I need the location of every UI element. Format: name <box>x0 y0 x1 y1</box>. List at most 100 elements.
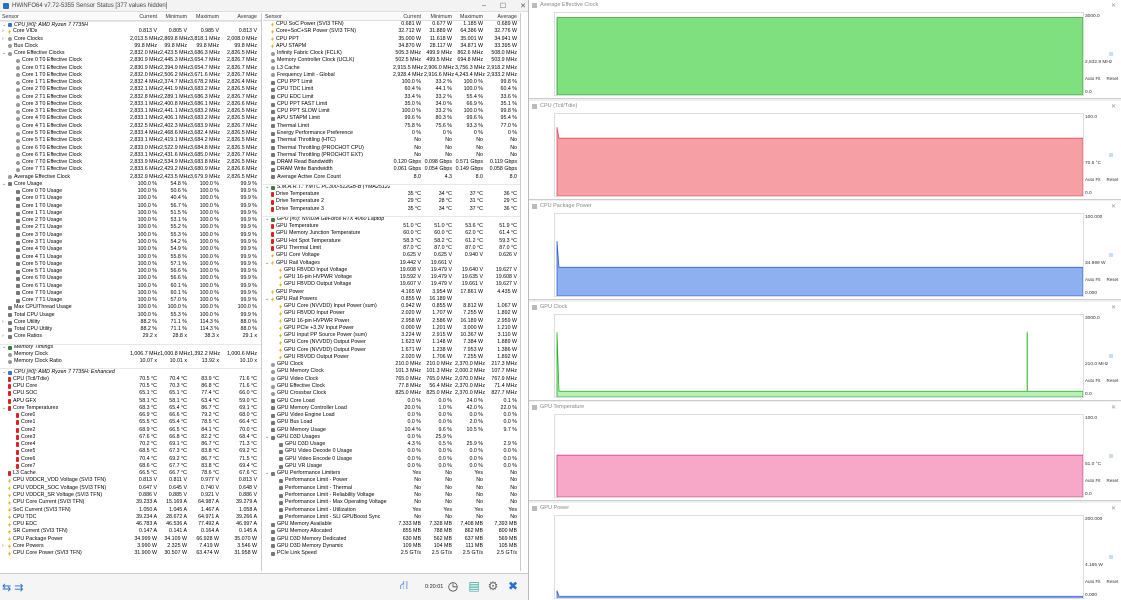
sensor-row[interactable]: GPU Memory Allocated 855 MB 788 MB 862 MB 80… <box>263 528 520 535</box>
sensor-row[interactable]: Core 3 T0 Usage 100.0 % 55.3 % 100.0 % 99.9 … <box>0 232 261 239</box>
sensor-row[interactable]: Drive Temperature 2 29 °C 28 °C 31 °C 29 °C <box>263 198 520 205</box>
close-icon[interactable]: ✕ <box>520 2 526 10</box>
sensor-row[interactable]: CPU SOC 65.1 °C 65.1 °C 77.4 °C 66.0 °C <box>0 390 261 397</box>
minimize-icon[interactable]: – <box>482 2 486 10</box>
sensor-row[interactable]: GPU Core (NVVDD) Input Power (sum) 0.942 … <box>263 303 520 310</box>
auto-fit-button[interactable]: Auto Fit <box>1085 277 1101 282</box>
chevron-right-icon[interactable]: › <box>2 543 6 550</box>
sensor-row[interactable]: GPU D3D Usage 4.3 % 0.5 % 25.9 % 2.9 % <box>263 441 520 448</box>
sensor-row[interactable]: Memory Clock Ratio 10.07 x 10.01 x 13.92 x 1… <box>0 358 261 365</box>
chevron-right-icon[interactable]: › <box>2 333 6 340</box>
sensor-row[interactable]: Core3 67.6 °C 66.8 °C 82.2 °C 68.4 °C <box>0 434 261 441</box>
sensor-row[interactable]: GPU Bus Load 0.0 % 0.0 % 2.0 % 0.0 % <box>263 419 520 426</box>
sensor-row[interactable]: Core 2 T0 Usage 100.0 % 53.1 % 100.0 % 99.9 … <box>0 217 261 224</box>
reset-button[interactable]: Reset <box>1107 478 1119 483</box>
sensor-row[interactable]: DRAM Write Bandwidth 0.061 Gbps 0.054 Gbps… <box>263 166 520 173</box>
sensor-row[interactable]: Core 2 T0 Effective Clock 2,832.1 MHz 2,44… <box>0 86 261 93</box>
sensor-row[interactable]: GPU Core (NVVDD) Output Power 1.623 W 1.14… <box>263 339 520 346</box>
sensor-row[interactable]: GPU Memory Usage 10.4 % 9.6 % 10.5 % 9.7 % <box>263 427 520 434</box>
graph-window[interactable]: CPU (Tctl/Tdie) ✕ 100.0 70.5 °C 0.0 Auto Fit R… <box>529 100 1121 200</box>
sensor-row[interactable]: Core 4 T1 Effective Clock 2,832.5 MHz 2,40… <box>0 123 261 130</box>
chevron-down-icon[interactable]: ⌄ <box>265 260 269 267</box>
sensor-row[interactable]: Core 1 T0 Usage 100.0 % 56.7 % 100.0 % 99.9 … <box>0 203 261 210</box>
sensor-row[interactable]: GPU Memory Controller Load 20.0 % 1.0 % 42.… <box>263 405 520 412</box>
reset-button[interactable]: Reset <box>1107 378 1119 383</box>
sensor-row[interactable]: GPU 16-pin HVPWR Voltage 19.592 V 19.479 V… <box>263 274 520 281</box>
close-icon[interactable]: ✖ <box>506 579 520 593</box>
chevron-down-icon[interactable]: ⌄ <box>265 296 269 303</box>
network-icon[interactable]: ⛙ <box>397 578 411 593</box>
sensor-row[interactable]: GPU FBVDD Input Voltage 19.608 V 19.479 V 1… <box>263 267 520 274</box>
chevron-right-icon[interactable]: › <box>2 28 6 35</box>
sensor-row[interactable]: ⌄ Core Usage 100.0 % 54.8 % 100.0 % 99.9 % <box>0 181 261 188</box>
chevron-right-icon[interactable]: › <box>2 319 6 326</box>
header-minimum[interactable]: Minimum <box>160 13 190 20</box>
sensor-row[interactable]: Core7 68.6 °C 67.7 °C 83.8 °C 69.4 °C <box>0 463 261 470</box>
sensor-row[interactable]: CPU Core Current (SVI3 TFN) 39.233 A 15.16… <box>0 499 261 506</box>
graph-window[interactable]: CPU Package Power ✕ 100.000 34.999 W 0.000 Au… <box>529 201 1121 300</box>
sensor-row[interactable]: Core 7 T1 Usage 100.0 % 57.0 % 100.0 % 99.9 … <box>0 297 261 304</box>
sensor-row[interactable]: Core 2 T1 Effective Clock 2,832.8 MHz 2,28… <box>0 94 261 101</box>
sensor-row[interactable]: Energy Performance Preference 0 % 0 % 0 % 0 … <box>263 130 520 137</box>
sensor-row[interactable]: Bus Clock 99.8 MHz 99.8 MHz 99.8 MHz 99.8 MH… <box>0 43 261 50</box>
chevron-down-icon[interactable]: ⌄ <box>2 50 6 57</box>
sensor-row[interactable]: Performance Limit - SLI GPUBoost Sync No N… <box>263 514 520 521</box>
sensor-row[interactable]: SR Current (SVI3 TFN) 0.147 A 0.141 A 0.164… <box>0 528 261 535</box>
chevron-down-icon[interactable]: ⌄ <box>2 405 6 412</box>
sensor-row[interactable]: CPU PPT Limit 100.0 % 33.2 % 100.0 % 99.8 % <box>263 79 520 86</box>
sensor-row[interactable]: CPU PPT 35.000 W 11.618 W 35.001 W 34.941 W <box>263 36 520 43</box>
sensor-row[interactable]: SoC Current (SVI3 TFN) 1.050 A 1.045 A 1.46… <box>0 507 261 514</box>
close-icon[interactable]: ✕ <box>1111 2 1116 9</box>
sensor-row[interactable]: Core 0 T0 Usage 100.0 % 50.6 % 100.0 % 99.9 … <box>0 188 261 195</box>
sensor-row[interactable]: Core0 66.9 °C 66.6 °C 79.2 °C 68.0 °C <box>0 412 261 419</box>
sensor-row[interactable]: Memory Controller Clock (UCLK) 502.5 MHz 4… <box>263 57 520 64</box>
sensor-row[interactable]: Average Active Core Count 8.0 4.3 8.0 8.0 <box>263 174 520 181</box>
close-icon[interactable]: ✕ <box>1111 404 1116 411</box>
sensor-row[interactable]: CPU VDDCR_VDD Voltage (SVI3 TFN) 0.813 V 0… <box>0 477 261 484</box>
sensor-row[interactable]: GPU Memory Available 7,333 MB 7,328 MB 7,40… <box>263 521 520 528</box>
report-icon[interactable]: ▤ <box>467 579 481 593</box>
header-maximum[interactable]: Maximum <box>190 13 222 20</box>
sensor-row[interactable]: ⌄ GPU Performance Limiters Yes No Yes No <box>263 470 520 477</box>
close-icon[interactable]: ✕ <box>1111 505 1116 512</box>
sensor-row[interactable]: GPU Core Voltage 0.625 V 0.625 V 0.940 V 0.6… <box>263 252 520 259</box>
sensor-row[interactable]: Core 7 T1 Effective Clock 2,833.6 MHz 2,42… <box>0 166 261 173</box>
auto-fit-button[interactable]: Auto Fit <box>1085 478 1101 483</box>
sensor-row[interactable]: GPU D3D Memory Dynamic 109 MB 104 MB 111 MB… <box>263 543 520 550</box>
sensor-row[interactable]: CPU VDDCR_SOC Voltage (SVI3 TFN) 0.647 V 0… <box>0 485 261 492</box>
sensor-row[interactable]: Core 3 T1 Usage 100.0 % 54.2 % 100.0 % 99.9 … <box>0 239 261 246</box>
sensor-row[interactable]: Core5 68.5 °C 67.3 °C 83.8 °C 69.2 °C <box>0 448 261 455</box>
sensor-row[interactable]: Performance Limit - Utilization Yes Yes Yes… <box>263 507 520 514</box>
sensor-row[interactable]: CPU EDC Limit 33.4 % 33.2 % 55.4 % 33.6 % <box>263 94 520 101</box>
sensor-group-row[interactable]: ⌄ CPU [#0]: AMD Ryzen 7 7735H <box>0 21 261 28</box>
sensor-row[interactable]: Thermal Throttling (PROCHOT EXT) No No No No <box>263 152 520 159</box>
chevron-down-icon[interactable]: ⌄ <box>2 181 6 188</box>
sensor-row[interactable]: CPU Core Power (SVI3 TFN) 31.900 W 30.507 … <box>0 550 261 557</box>
arrows-double-right-icon[interactable]: ⇉ <box>14 581 23 594</box>
sensor-list-left[interactable]: Sensor Current Minimum Maximum Average ⌄… <box>0 13 262 571</box>
close-icon[interactable]: ✕ <box>1111 103 1116 110</box>
sensor-row[interactable]: DRAM Read Bandwidth 0.120 Gbps 0.098 Gbps 0… <box>263 159 520 166</box>
sensor-row[interactable]: Core 7 T0 Usage 100.0 % 60.1 % 100.0 % 99.9 … <box>0 290 261 297</box>
sensor-list-right[interactable]: Sensor Current Minimum Maximum Average C… <box>263 13 521 571</box>
sensor-row[interactable]: GPU FBVDD Output Voltage 19.607 V 19.479 V… <box>263 281 520 288</box>
header-minimum[interactable]: Minimum <box>424 13 455 20</box>
header-average[interactable]: Average <box>222 13 260 20</box>
graph-window[interactable]: Average Effective Clock ✕ 3000.0 2,832.9 MH… <box>529 0 1121 99</box>
sensor-row[interactable]: Thermal Throttling (PROCHOT CPU) No No No No <box>263 145 520 152</box>
sensor-row[interactable]: Core 5 T0 Usage 100.0 % 57.1 % 100.0 % 99.9 … <box>0 261 261 268</box>
sensor-row[interactable]: L3 Cache 2,915.5 MHz 2,906.0 MHz 3,756.3 MH… <box>263 65 520 72</box>
sensor-row[interactable]: › Core Ratios 29.2 x 28.8 x 38.3 x 29.1 x <box>0 333 261 340</box>
sensor-row[interactable]: Core 5 T1 Effective Clock 2,833.1 MHz 2,41… <box>0 137 261 144</box>
sensor-row[interactable]: Total CPU Utility 88.2 % 71.1 % 114.3 % 88.0… <box>0 326 261 333</box>
sensor-row[interactable]: GPU Core (NVVDD) Output Power 1.671 W 1.23… <box>263 347 520 354</box>
sensor-row[interactable]: Core1 65.5 °C 65.4 °C 78.5 °C 66.4 °C <box>0 419 261 426</box>
sensor-group-row[interactable]: ⌄ CPU [#0]: AMD Ryzen 7 7735H: Enhanced <box>0 368 261 375</box>
chevron-right-icon[interactable]: › <box>2 36 6 43</box>
graph-window[interactable]: GPU Temperature ✕ 100.0 51.0 °C 0.0 Auto Fit R… <box>529 402 1121 501</box>
sensor-row[interactable]: APU GFX 58.1 °C 58.1 °C 63.4 °C 59.0 °C <box>0 398 261 405</box>
sensor-row[interactable]: Core 6 T0 Effective Clock 2,833.0 MHz 2,52… <box>0 145 261 152</box>
sensor-row[interactable]: Core 0 T1 Usage 100.0 % 40.4 % 100.0 % 99.9 … <box>0 195 261 202</box>
sensor-row[interactable]: › Core VIDs 0.813 V 0.805 V 0.985 V 0.813 V <box>0 28 261 35</box>
sensor-row[interactable]: CPU (Tctl/Tdie) 70.5 °C 70.4 °C 83.9 °C 71.6… <box>0 376 261 383</box>
